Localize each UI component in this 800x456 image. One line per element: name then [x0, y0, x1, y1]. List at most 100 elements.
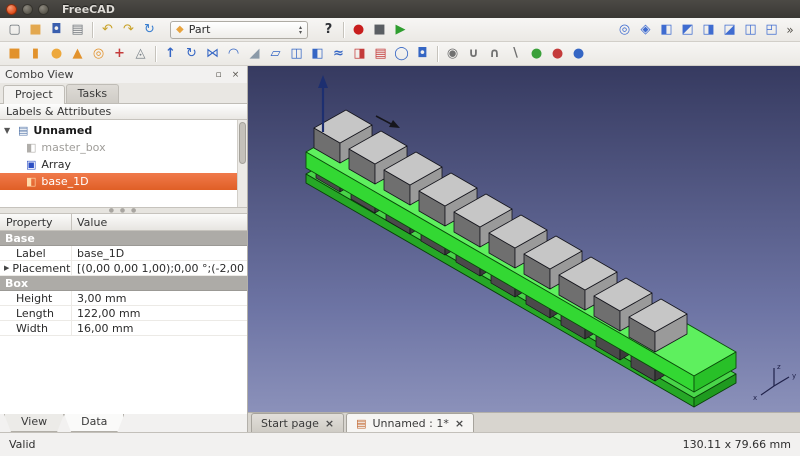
property-row-placement[interactable]: ▶ Placement [(0,00 0,00 1,00);0,00 °;(-2… — [0, 261, 247, 276]
workbench-selector[interactable]: ◆ Part ▴▾ — [170, 21, 308, 39]
expander-icon[interactable]: ▼ — [4, 126, 13, 135]
part-cone-icon[interactable]: ▲ — [67, 44, 88, 64]
view-top-icon[interactable]: ◩ — [677, 20, 698, 40]
dimension-readout: 130.11 x 79.66 mm — [683, 438, 791, 451]
tree-item-master-box[interactable]: ◧ master_box — [0, 139, 247, 156]
column-value[interactable]: Value — [72, 216, 107, 229]
new-document-icon[interactable]: ▢ — [4, 20, 25, 40]
combo-arrows-icon[interactable]: ▴▾ — [299, 25, 302, 35]
part-cylinder-icon[interactable]: ▮ — [25, 44, 46, 64]
float-panel-icon[interactable]: ▫ — [212, 68, 225, 81]
3d-view[interactable]: z y x — [248, 66, 800, 412]
property-group-base[interactable]: Base — [0, 231, 247, 246]
property-group-box[interactable]: Box — [0, 276, 247, 291]
part-offset-icon[interactable]: ◯ — [391, 44, 412, 64]
part-join-cutout-icon[interactable]: ● — [568, 44, 589, 64]
macro-play-icon[interactable]: ▶ — [390, 20, 411, 40]
part-compound-icon[interactable]: ◉ — [442, 44, 463, 64]
view-fit-all-icon[interactable]: ◎ — [614, 20, 635, 40]
macro-record-icon[interactable]: ● — [348, 20, 369, 40]
property-value[interactable]: 16,00 mm — [72, 322, 247, 335]
part-revolve-icon[interactable]: ↻ — [181, 44, 202, 64]
window-minimize-button[interactable] — [22, 4, 33, 15]
refresh-icon[interactable]: ↻ — [139, 20, 160, 40]
tree-item-base-1d[interactable]: ◧ base_1D — [0, 173, 247, 190]
view-rear-icon[interactable]: ◪ — [719, 20, 740, 40]
part-fillet-icon[interactable]: ◠ — [223, 44, 244, 64]
view-bottom-icon[interactable]: ◫ — [740, 20, 761, 40]
tree-item-array[interactable]: ▣ Array — [0, 156, 247, 173]
part-join-embed-icon[interactable]: ● — [547, 44, 568, 64]
document-icon: ▤ — [356, 417, 366, 430]
3d-viewport-canvas[interactable]: z y x — [248, 66, 800, 412]
macro-stop-icon[interactable]: ■ — [369, 20, 390, 40]
expand-arrow-icon[interactable]: ▶ — [4, 264, 9, 272]
close-panel-icon[interactable]: × — [229, 68, 242, 81]
view-axonometric-icon[interactable]: ◈ — [635, 20, 656, 40]
part-mirror-icon[interactable]: ⋈ — [202, 44, 223, 64]
tab-project[interactable]: Project — [3, 85, 65, 104]
tree-item-unnamed[interactable]: ▼ ▤ Unnamed — [0, 122, 247, 139]
scrollbar-thumb[interactable] — [239, 122, 246, 164]
part-torus-icon[interactable]: ◎ — [88, 44, 109, 64]
part-thickness-icon[interactable]: ◘ — [412, 44, 433, 64]
print-icon[interactable]: ▤ — [67, 20, 88, 40]
tab-label: Start page — [261, 417, 319, 430]
part-create-primitives-icon[interactable]: + — [109, 44, 130, 64]
part-boolean-cut-icon[interactable]: ∖ — [505, 44, 526, 64]
toolbar-separator — [155, 46, 156, 62]
whats-this-icon[interactable]: ? — [318, 20, 339, 40]
part-make-face-icon[interactable]: ▱ — [265, 44, 286, 64]
save-icon[interactable]: ◘ — [46, 20, 67, 40]
part-cross-sections-icon[interactable]: ▤ — [370, 44, 391, 64]
tree-scrollbar[interactable] — [237, 120, 247, 207]
box-feature-icon: ◧ — [26, 141, 36, 154]
property-row-width[interactable]: Width 16,00 mm — [0, 321, 247, 336]
property-row-length[interactable]: Length 122,00 mm — [0, 306, 247, 321]
part-chamfer-icon[interactable]: ◢ — [244, 44, 265, 64]
redo-icon[interactable]: ↷ — [118, 20, 139, 40]
tab-unnamed-document[interactable]: ▤ Unnamed : 1* × — [346, 413, 474, 432]
part-join-connect-icon[interactable]: ● — [526, 44, 547, 64]
tab-data[interactable]: Data — [64, 414, 124, 432]
property-row-height[interactable]: Height 3,00 mm — [0, 291, 247, 306]
property-value[interactable]: 3,00 mm — [72, 292, 247, 305]
part-section-icon[interactable]: ◨ — [349, 44, 370, 64]
column-property[interactable]: Property — [0, 214, 72, 230]
part-extrude-icon[interactable]: ↑ — [160, 44, 181, 64]
window-close-button[interactable] — [6, 4, 17, 15]
tab-label: Unnamed : 1* — [372, 417, 448, 430]
property-value[interactable]: [(0,00 0,00 1,00);0,00 °;(-2,00 -2,00 ..… — [72, 262, 247, 275]
close-tab-icon[interactable]: × — [325, 417, 334, 430]
toolbar-overflow-icon[interactable]: » — [784, 23, 796, 37]
tab-start-page[interactable]: Start page × — [251, 413, 344, 432]
property-value[interactable]: 122,00 mm — [72, 307, 247, 320]
part-box-icon[interactable]: ■ — [4, 44, 25, 64]
part-boolean-common-icon[interactable]: ∩ — [484, 44, 505, 64]
undo-icon[interactable]: ↶ — [97, 20, 118, 40]
window-maximize-button[interactable] — [38, 4, 49, 15]
status-bar: Valid 130.11 x 79.66 mm — [0, 432, 800, 456]
view-right-icon[interactable]: ◨ — [698, 20, 719, 40]
title-bar[interactable]: FreeCAD — [0, 0, 800, 18]
part-boolean-union-icon[interactable]: ∪ — [463, 44, 484, 64]
property-value[interactable]: base_1D — [72, 247, 247, 260]
close-tab-icon[interactable]: × — [455, 417, 464, 430]
group-label: Base — [5, 232, 35, 245]
view-left-icon[interactable]: ◰ — [761, 20, 782, 40]
model-box-array[interactable] — [314, 110, 687, 352]
view-front-icon[interactable]: ◧ — [656, 20, 677, 40]
part-shape-builder-icon[interactable]: ◬ — [130, 44, 151, 64]
tab-view[interactable]: View — [4, 414, 64, 432]
tab-tasks[interactable]: Tasks — [66, 84, 119, 103]
open-folder-icon[interactable]: ■ — [25, 20, 46, 40]
part-ruled-surface-icon[interactable]: ◫ — [286, 44, 307, 64]
model-tree[interactable]: ▼ ▤ Unnamed ◧ master_box ▣ Array ◧ base_… — [0, 120, 247, 208]
property-table-header[interactable]: Property Value — [0, 214, 247, 231]
part-sphere-icon[interactable]: ● — [46, 44, 67, 64]
document-icon: ▤ — [18, 124, 28, 137]
part-sweep-icon[interactable]: ≈ — [328, 44, 349, 64]
property-row-label[interactable]: Label base_1D — [0, 246, 247, 261]
part-loft-icon[interactable]: ◧ — [307, 44, 328, 64]
status-message: Valid — [9, 438, 36, 451]
